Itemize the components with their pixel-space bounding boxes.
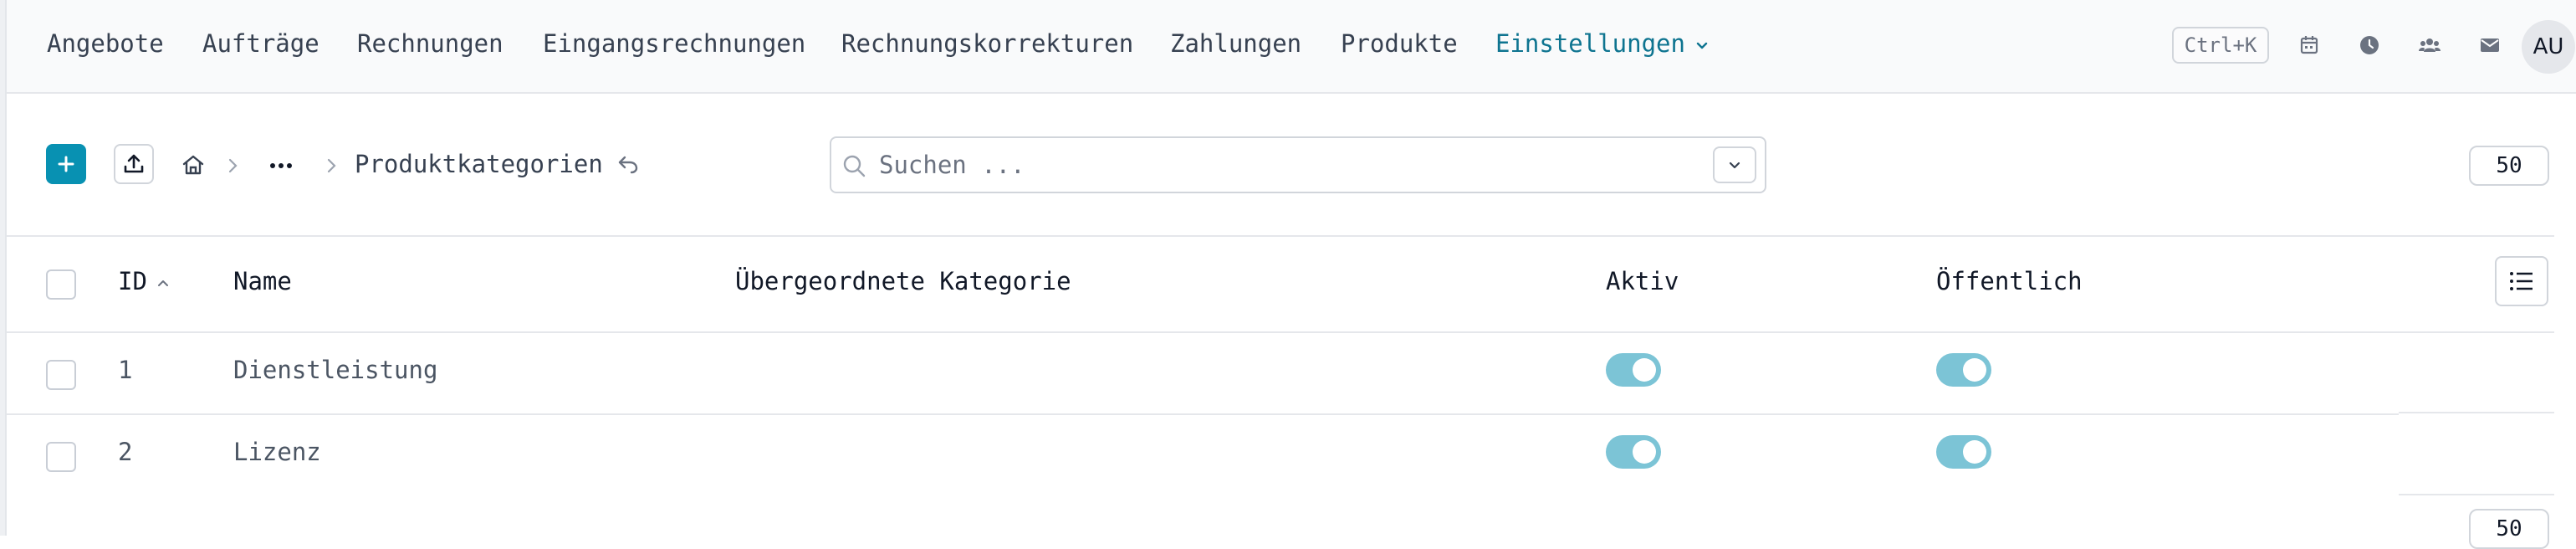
active-toggle[interactable]: [1606, 353, 1661, 387]
public-toggle[interactable]: [1936, 353, 1991, 387]
row-name[interactable]: Lizenz: [233, 437, 321, 467]
search-icon: [840, 151, 868, 180]
nav-item-einstellungen[interactable]: Einstellungen: [1495, 28, 1710, 60]
undo-icon[interactable]: [615, 151, 641, 177]
nav-item-rechnungen[interactable]: Rechnungen: [357, 28, 503, 59]
public-toggle[interactable]: [1936, 435, 1991, 469]
row-divider: [2399, 412, 2554, 413]
footer-page-size-select[interactable]: 50: [2469, 509, 2549, 549]
command-palette-shortcut[interactable]: Ctrl+K: [2172, 27, 2269, 64]
search-box: [830, 136, 1766, 193]
home-icon[interactable]: [179, 151, 207, 179]
row-divider: [2399, 494, 2554, 495]
chevron-down-icon: [1729, 162, 1740, 169]
users-icon[interactable]: [2416, 32, 2443, 59]
mail-icon[interactable]: [2476, 32, 2503, 59]
nav-item-angebote[interactable]: Angebote: [47, 28, 164, 59]
plus-icon: [58, 156, 74, 172]
search-options-button[interactable]: [1713, 146, 1756, 183]
row-name[interactable]: Dienstleistung: [233, 355, 437, 385]
clock-icon[interactable]: [2356, 32, 2383, 59]
column-header-name[interactable]: Name: [233, 266, 292, 296]
nav-item-einstellungen-label: Einstellungen: [1495, 29, 1685, 58]
row-divider: [7, 331, 2554, 333]
row-id: 2: [118, 438, 133, 466]
breadcrumb-current-page: Produktkategorien: [355, 150, 603, 178]
column-header-parent-category[interactable]: Übergeordnete Kategorie: [735, 266, 1071, 296]
window-left-edge: [0, 0, 7, 536]
column-header-id[interactable]: ID: [118, 266, 171, 298]
nav-item-zahlungen[interactable]: Zahlungen: [1170, 28, 1301, 59]
nav-item-produkte[interactable]: Produkte: [1341, 28, 1458, 59]
nav-item-rechnungskorrekturen[interactable]: Rechnungskorrekturen: [841, 28, 1133, 59]
sort-ascending-icon: [156, 268, 171, 298]
nav-item-eingangsrechnungen[interactable]: Eingangsrechnungen: [543, 28, 805, 59]
row-checkbox[interactable]: [46, 360, 76, 390]
add-button[interactable]: [46, 144, 86, 184]
list-icon: [2510, 272, 2533, 290]
chevron-right-icon: [323, 152, 341, 179]
more-horizontal-icon[interactable]: [266, 154, 296, 177]
page-size-select[interactable]: 50: [2469, 146, 2549, 186]
row-id: 1: [118, 356, 133, 384]
chevron-right-icon: [224, 152, 243, 179]
upload-button[interactable]: [114, 144, 154, 184]
row-divider: [7, 413, 2399, 415]
nav-item-auftraege[interactable]: Aufträge: [202, 28, 319, 59]
active-toggle[interactable]: [1606, 435, 1661, 469]
upload-icon: [124, 154, 144, 173]
column-header-id-label: ID: [118, 267, 147, 295]
table-top-border: [7, 235, 2554, 237]
column-header-active[interactable]: Aktiv: [1606, 266, 1679, 296]
chevron-down-icon: [1694, 30, 1710, 60]
user-avatar[interactable]: AU: [2522, 20, 2575, 74]
column-settings-button[interactable]: [2495, 256, 2548, 306]
column-header-public[interactable]: Öffentlich: [1936, 266, 2083, 296]
calendar-icon[interactable]: [2296, 32, 2323, 59]
search-input[interactable]: [877, 146, 1680, 183]
select-all-checkbox[interactable]: [46, 269, 76, 300]
top-navigation-bar: Angebote Aufträge Rechnungen Eingangsrec…: [7, 0, 2576, 94]
row-checkbox[interactable]: [46, 442, 76, 472]
